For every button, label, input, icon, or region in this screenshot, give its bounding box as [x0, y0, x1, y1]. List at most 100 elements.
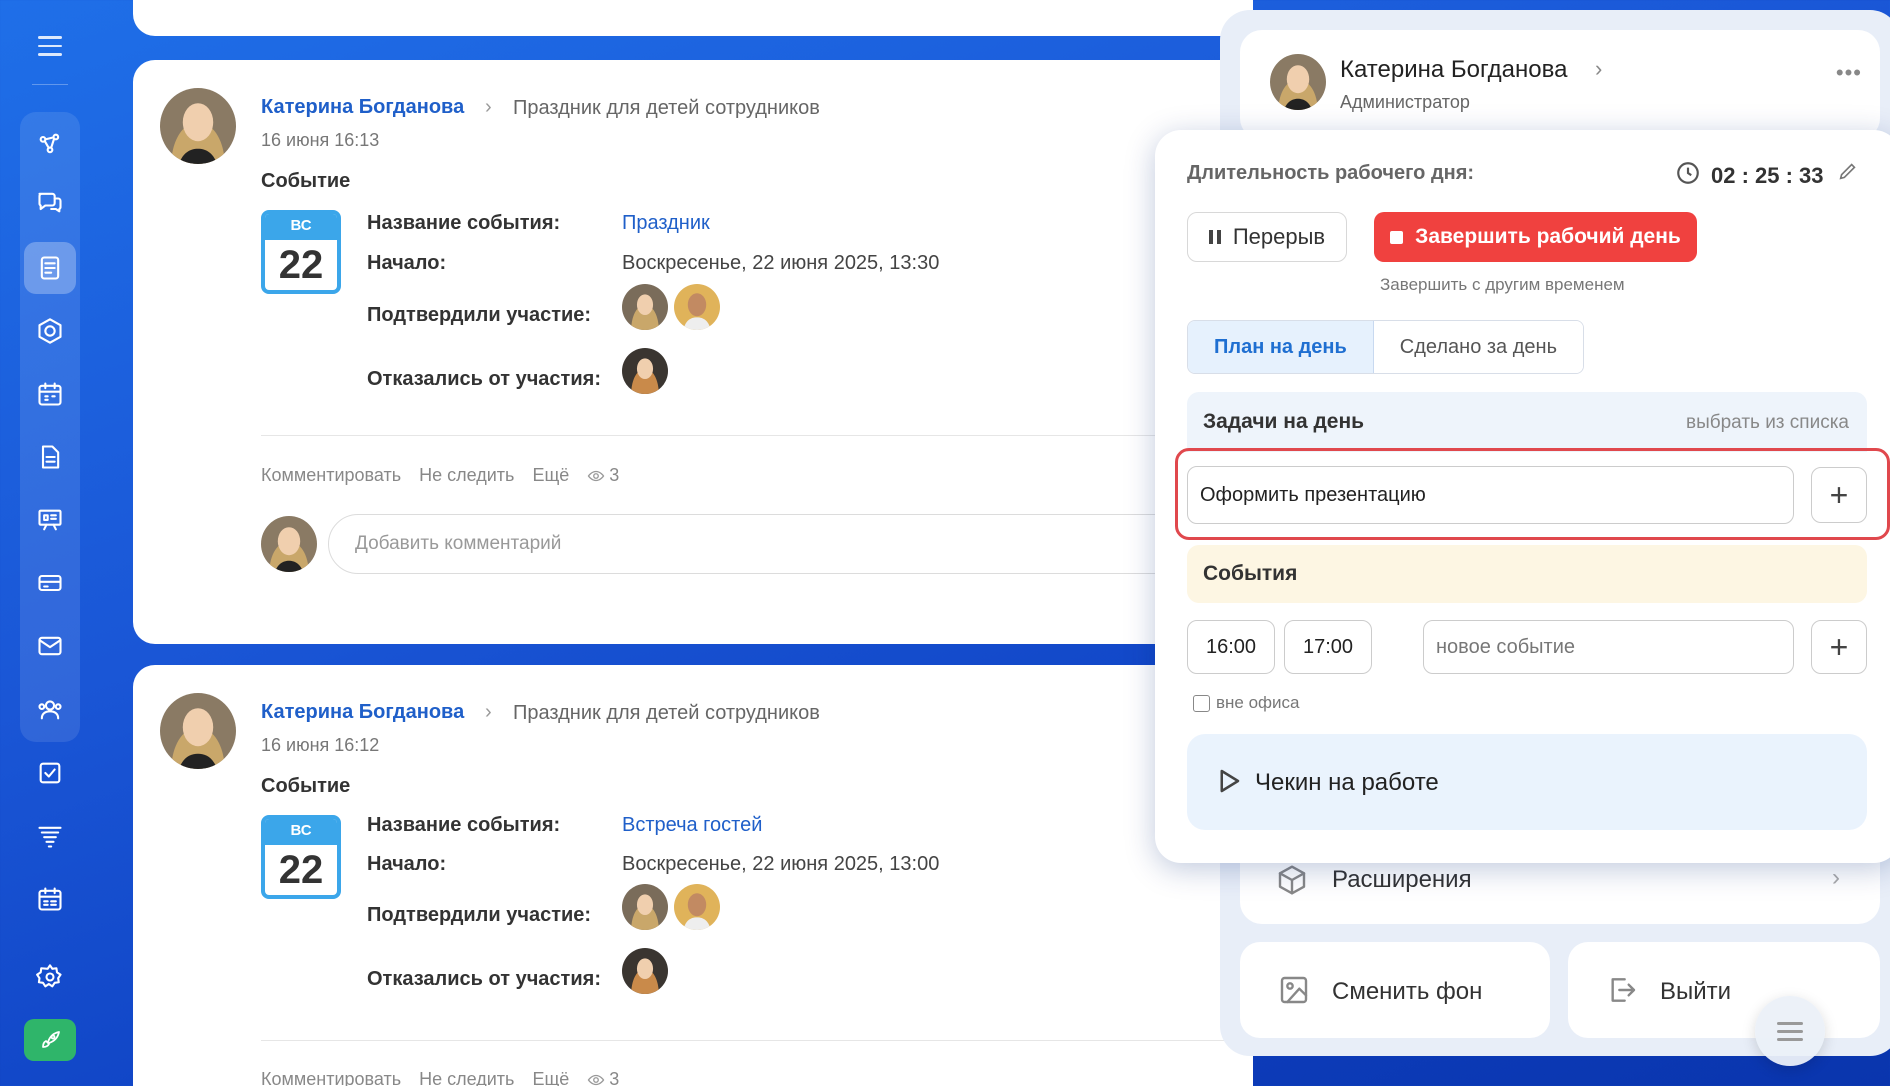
add-task-button[interactable]: +	[1811, 467, 1867, 523]
event-start-input[interactable]: 16:00	[1187, 620, 1275, 674]
mail-icon[interactable]	[24, 620, 76, 672]
event-start-label: Начало:	[367, 252, 447, 274]
avatar[interactable]	[622, 948, 668, 994]
avatar[interactable]	[622, 284, 668, 330]
feed-icon[interactable]	[24, 242, 76, 294]
views-counter: 3	[587, 1069, 619, 1086]
avatar[interactable]	[674, 284, 720, 330]
post-date: 16 июня 16:13	[261, 130, 380, 150]
comment-link[interactable]: Комментировать	[261, 465, 401, 486]
schedule-icon[interactable]	[24, 873, 76, 925]
confirmed-avatars	[622, 884, 720, 930]
checkin-button[interactable]: Чекин на работе	[1187, 734, 1867, 830]
eye-icon	[587, 470, 605, 481]
post-destination[interactable]: Праздник для детей сотрудников	[513, 702, 820, 725]
play-icon	[1213, 766, 1243, 801]
task-input[interactable]: Оформить презентацию	[1187, 466, 1794, 524]
comment-input[interactable]: Добавить комментарий	[328, 514, 1208, 574]
checkbox[interactable]	[1193, 694, 1210, 712]
change-background-label: Сменить фон	[1332, 978, 1483, 1005]
card-icon[interactable]	[24, 557, 76, 609]
more-icon[interactable]: •••	[1836, 60, 1862, 86]
presentation-icon[interactable]	[24, 494, 76, 546]
end-day-label: Завершить рабочий день	[1415, 225, 1681, 248]
calendar-dow: ВС	[265, 819, 337, 845]
settings-icon[interactable]	[24, 951, 76, 1003]
author-avatar[interactable]	[160, 88, 236, 164]
extensions-label: Расширения	[1332, 866, 1472, 893]
more-link[interactable]: Ещё	[532, 1069, 569, 1086]
avatar[interactable]	[622, 884, 668, 930]
logout-label: Выйти	[1660, 978, 1732, 1005]
pencil-icon[interactable]	[1837, 160, 1859, 187]
calendar-badge: ВС 22	[261, 815, 341, 899]
event-end-input[interactable]: 17:00	[1284, 620, 1372, 674]
author-avatar[interactable]	[160, 693, 236, 769]
avatar[interactable]	[622, 348, 668, 394]
funnel-icon[interactable]	[24, 810, 76, 862]
declined-avatars	[622, 948, 668, 994]
pause-button[interactable]: Перерыв	[1187, 212, 1347, 262]
events-header: События	[1187, 545, 1867, 603]
event-start-label: Начало:	[367, 853, 447, 875]
pause-icon	[1208, 230, 1221, 244]
divider	[261, 435, 1253, 436]
tasks-icon[interactable]	[24, 747, 76, 799]
workday-timer: 02 : 25 : 33	[1711, 163, 1824, 188]
workday-popup: Длительность рабочего дня: 02 : 25 : 33 …	[1155, 130, 1890, 863]
event-start-value: Воскресенье, 22 июня 2025, 13:00	[622, 853, 940, 875]
avatar[interactable]	[674, 884, 720, 930]
out-of-office-checkbox[interactable]: вне офиса	[1193, 693, 1300, 713]
event-start-value: Воскресенье, 22 июня 2025, 13:30	[622, 252, 940, 274]
previous-post-card	[133, 0, 1253, 36]
chevron-right-icon: ›	[485, 701, 492, 723]
unfollow-link[interactable]: Не следить	[419, 1069, 514, 1086]
network-icon[interactable]	[24, 118, 76, 170]
post-type: Событие	[261, 775, 351, 797]
chat-icon[interactable]	[24, 176, 76, 228]
users-icon[interactable]	[24, 683, 76, 735]
post-destination[interactable]: Праздник для детей сотрудников	[513, 97, 820, 120]
profile-header: Катерина Богданова › Администратор •••	[1240, 30, 1880, 140]
change-background-button[interactable]: Сменить фон	[1240, 942, 1550, 1038]
events-title: События	[1203, 562, 1298, 585]
hexagon-icon[interactable]	[24, 305, 76, 357]
checkin-label: Чекин на работе	[1255, 769, 1439, 796]
tasks-header: Задачи на день выбрать из списка	[1187, 392, 1867, 452]
stop-icon	[1390, 230, 1404, 244]
unfollow-link[interactable]: Не следить	[419, 465, 514, 486]
tab-done[interactable]: Сделано за день	[1373, 321, 1583, 373]
declined-avatars	[622, 348, 668, 394]
rocket-icon[interactable]	[24, 1019, 76, 1061]
new-event-input[interactable]: новое событие	[1423, 620, 1794, 674]
add-event-button[interactable]: +	[1811, 620, 1867, 674]
post-actions: Комментировать Не следить Ещё 3	[261, 465, 619, 486]
confirmed-avatars	[622, 284, 720, 330]
calendar-icon[interactable]	[24, 368, 76, 420]
document-icon[interactable]	[24, 431, 76, 483]
menu-icon[interactable]	[32, 28, 68, 64]
pick-from-list-link[interactable]: выбрать из списка	[1686, 412, 1849, 434]
event-name-value[interactable]: Праздник	[622, 212, 710, 235]
author-name[interactable]: Катерина Богданова	[261, 701, 464, 724]
end-other-time-link[interactable]: Завершить с другим временем	[1380, 275, 1625, 295]
post-card: Катерина Богданова › Праздник для детей …	[133, 665, 1253, 1086]
author-name[interactable]: Катерина Богданова	[261, 96, 464, 119]
logout-button[interactable]: Выйти	[1568, 942, 1880, 1038]
comment-link[interactable]: Комментировать	[261, 1069, 401, 1086]
calendar-day: 22	[278, 848, 324, 892]
profile-name[interactable]: Катерина Богданова	[1340, 56, 1567, 84]
confirmed-label: Подтвердили участие:	[367, 304, 592, 326]
profile-role: Администратор	[1340, 92, 1470, 112]
pause-label: Перерыв	[1232, 224, 1326, 249]
chevron-right-icon: ›	[1832, 864, 1840, 891]
profile-avatar[interactable]	[1270, 54, 1326, 110]
tab-plan[interactable]: План на день	[1188, 321, 1374, 373]
event-name-label: Название события:	[367, 212, 561, 234]
floating-menu-button[interactable]	[1755, 996, 1825, 1066]
divider	[261, 1040, 1253, 1041]
end-day-button[interactable]: Завершить рабочий день	[1374, 212, 1697, 262]
event-name-value[interactable]: Встреча гостей	[622, 814, 762, 837]
more-link[interactable]: Ещё	[532, 465, 569, 486]
declined-label: Отказались от участия:	[367, 368, 601, 390]
